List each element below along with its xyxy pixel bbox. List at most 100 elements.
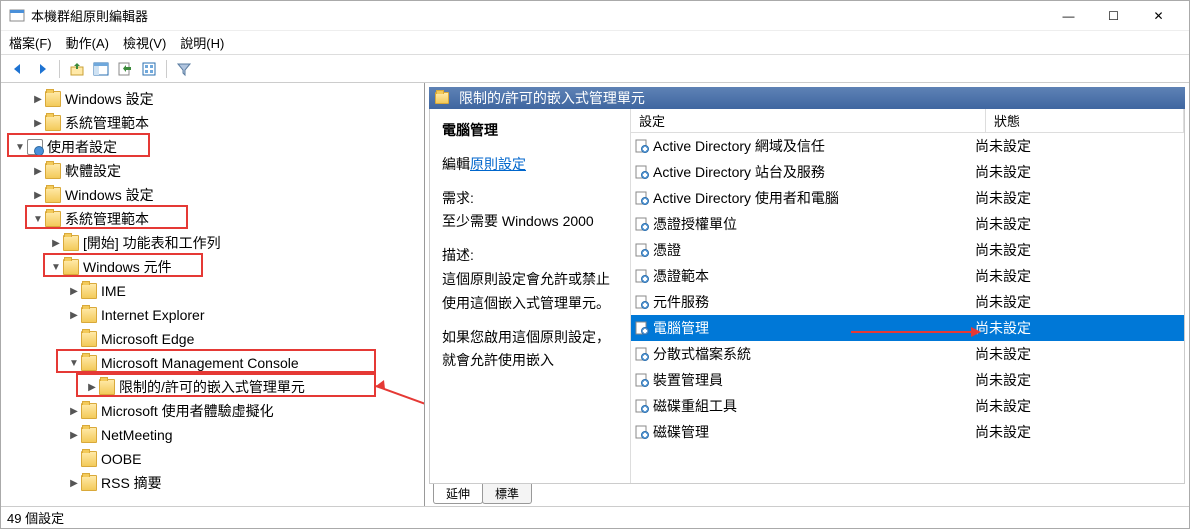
- folder-icon: [81, 427, 97, 443]
- details-header: 限制的/許可的嵌入式管理單元: [429, 87, 1185, 109]
- status-bar: 49 個設定: [1, 506, 1189, 528]
- list-row[interactable]: Active Directory 站台及服務 尚未設定: [631, 159, 1184, 185]
- list-row[interactable]: 憑證尚未設定: [631, 237, 1184, 263]
- folder-icon: [81, 403, 97, 419]
- view-tabs: 延伸 標準: [429, 484, 1185, 506]
- folder-icon: [99, 379, 115, 395]
- folder-icon: [63, 259, 79, 275]
- refresh-button[interactable]: [138, 58, 160, 80]
- setting-icon: [635, 191, 649, 205]
- menu-action[interactable]: 動作(A): [66, 33, 109, 52]
- minimize-button[interactable]: ―: [1046, 2, 1091, 30]
- back-button[interactable]: [7, 58, 29, 80]
- setting-name: 憑證範本: [653, 266, 709, 286]
- folder-icon: [435, 92, 449, 104]
- tree-node[interactable]: Microsoft Edge: [5, 327, 420, 351]
- setting-icon: [635, 399, 649, 413]
- user-config-icon: [27, 139, 43, 155]
- setting-state: 尚未設定: [971, 214, 1184, 234]
- list-row[interactable]: 磁碟重組工具 尚未設定: [631, 393, 1184, 419]
- tree-node-user-config[interactable]: ▼使用者設定: [5, 135, 420, 159]
- folder-icon: [81, 475, 97, 491]
- menu-view[interactable]: 檢視(V): [123, 33, 166, 52]
- description-panel: 電腦管理 編輯原則設定 需求:至少需要 Windows 2000 描述:這個原則…: [430, 109, 630, 483]
- tab-extended[interactable]: 延伸: [433, 484, 483, 504]
- list-row[interactable]: 憑證授權單位 尚未設定: [631, 211, 1184, 237]
- tree-node[interactable]: ▶軟體設定: [5, 159, 420, 183]
- setting-title: 電腦管理: [442, 119, 618, 143]
- setting-name: 元件服務: [653, 292, 709, 312]
- setting-name: Active Directory 網域及信任: [653, 136, 825, 156]
- list-row[interactable]: 分散式檔案系統尚未設定: [631, 341, 1184, 367]
- setting-state: 尚未設定: [971, 162, 1184, 182]
- title-bar: 本機群組原則編輯器 ― ☐ ✕: [1, 1, 1189, 31]
- folder-icon: [63, 235, 79, 251]
- setting-name: Active Directory 站台及服務: [653, 162, 825, 182]
- list-row[interactable]: 裝置管理員 尚未設定: [631, 367, 1184, 393]
- list-row[interactable]: Active Directory 使用者和電腦 尚未設定: [631, 185, 1184, 211]
- list-row[interactable]: 元件服務 尚未設定: [631, 289, 1184, 315]
- setting-name: 憑證授權單位: [653, 214, 737, 234]
- app-icon: [9, 8, 25, 24]
- setting-name: 磁碟重組工具: [653, 396, 737, 416]
- forward-button[interactable]: [31, 58, 53, 80]
- close-button[interactable]: ✕: [1136, 2, 1181, 30]
- list-row[interactable]: 電腦管理 尚未設定: [631, 315, 1184, 341]
- list-row[interactable]: 憑證範本 尚未設定: [631, 263, 1184, 289]
- setting-state: 尚未設定: [971, 318, 1184, 338]
- tree-view[interactable]: ▶Windows 設定 ▶系統管理範本 ▼使用者設定 ▶軟體設定 ▶Window…: [5, 87, 420, 502]
- column-state[interactable]: 狀態: [986, 109, 1184, 132]
- setting-icon: [635, 295, 649, 309]
- setting-state: 尚未設定: [971, 292, 1184, 312]
- setting-icon: [635, 139, 649, 153]
- list-row[interactable]: 磁碟管理尚未設定: [631, 419, 1184, 445]
- folder-icon: [45, 163, 61, 179]
- up-button[interactable]: [66, 58, 88, 80]
- folder-icon: [45, 91, 61, 107]
- tree-node[interactable]: OOBE: [5, 447, 420, 471]
- list-body[interactable]: Active Directory 網域及信任尚未設定Active Directo…: [631, 133, 1184, 483]
- filter-button[interactable]: [173, 58, 195, 80]
- edit-policy-link[interactable]: 原則設定: [470, 156, 526, 172]
- setting-name: 電腦管理: [653, 318, 709, 338]
- setting-state: 尚未設定: [971, 370, 1184, 390]
- window-title: 本機群組原則編輯器: [31, 6, 1046, 25]
- setting-icon: [635, 243, 649, 257]
- tree-node[interactable]: ▼系統管理範本: [5, 207, 420, 231]
- folder-icon: [45, 211, 61, 227]
- list-header: 設定 狀態: [631, 109, 1184, 133]
- menu-help[interactable]: 說明(H): [180, 33, 224, 52]
- tree-node-snapins[interactable]: ▶限制的/許可的嵌入式管理單元: [5, 375, 420, 399]
- tree-node[interactable]: ▶RSS 摘要: [5, 471, 420, 495]
- setting-name: Active Directory 使用者和電腦: [653, 188, 839, 208]
- show-hide-tree-button[interactable]: [90, 58, 112, 80]
- setting-state: 尚未設定: [971, 240, 1184, 260]
- menu-file[interactable]: 檔案(F): [9, 33, 52, 52]
- setting-name: 裝置管理員: [653, 370, 723, 390]
- setting-state: 尚未設定: [971, 422, 1184, 442]
- tree-node-mmc[interactable]: ▼Microsoft Management Console: [5, 351, 420, 375]
- tree-node[interactable]: ▶NetMeeting: [5, 423, 420, 447]
- tree-node[interactable]: ▶Microsoft 使用者體驗虛擬化: [5, 399, 420, 423]
- details-panel: 限制的/許可的嵌入式管理單元 電腦管理 編輯原則設定 需求:至少需要 Windo…: [425, 83, 1189, 506]
- tree-node[interactable]: ▼Windows 元件: [5, 255, 420, 279]
- setting-state: 尚未設定: [971, 266, 1184, 286]
- tree-node[interactable]: ▶Windows 設定: [5, 87, 420, 111]
- setting-state: 尚未設定: [971, 396, 1184, 416]
- tree-node[interactable]: ▶[開始] 功能表和工作列: [5, 231, 420, 255]
- export-button[interactable]: [114, 58, 136, 80]
- tree-node[interactable]: ▶Internet Explorer: [5, 303, 420, 327]
- setting-state: 尚未設定: [971, 188, 1184, 208]
- tree-node[interactable]: ▶系統管理範本: [5, 111, 420, 135]
- folder-icon: [45, 187, 61, 203]
- column-setting[interactable]: 設定: [631, 109, 986, 132]
- tree-node[interactable]: ▶Windows 設定: [5, 183, 420, 207]
- tab-standard[interactable]: 標準: [482, 484, 532, 504]
- setting-icon: [635, 347, 649, 361]
- tree-node[interactable]: ▶IME: [5, 279, 420, 303]
- folder-icon: [81, 451, 97, 467]
- list-row[interactable]: Active Directory 網域及信任 尚未設定: [631, 133, 1184, 159]
- maximize-button[interactable]: ☐: [1091, 2, 1136, 30]
- setting-state: 尚未設定: [971, 136, 1184, 156]
- setting-icon: [635, 217, 649, 231]
